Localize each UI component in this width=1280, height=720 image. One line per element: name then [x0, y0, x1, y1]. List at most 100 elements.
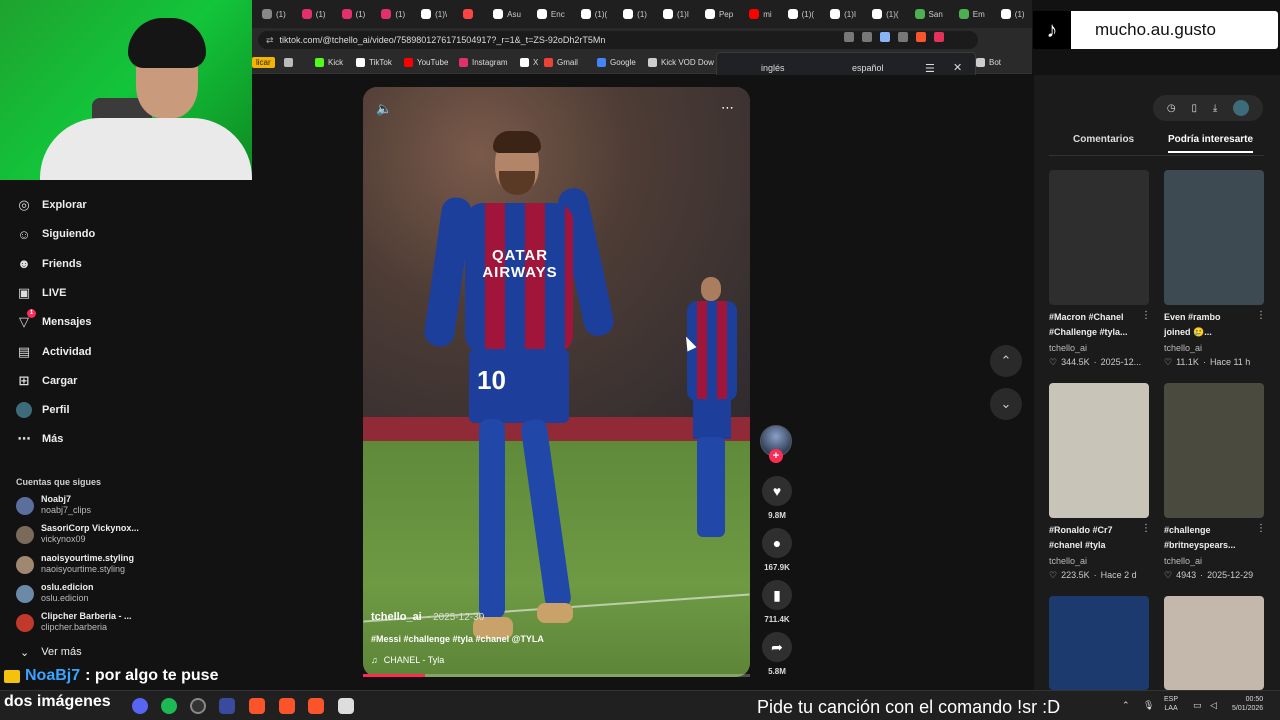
share-icon[interactable] — [898, 32, 908, 42]
download-icon[interactable]: ⤓ — [1213, 103, 1217, 114]
translate-close-icon[interactable]: ✕ — [953, 61, 962, 74]
bookmark-item[interactable] — [284, 58, 297, 67]
bookmark-icon[interactable]: ▮ — [762, 580, 792, 610]
translate-from-tab[interactable]: inglés — [761, 63, 785, 73]
browser-tab[interactable]: Enc — [531, 4, 571, 24]
browser-tab[interactable]: Pep — [699, 4, 739, 24]
video-more-icon[interactable]: ⋯ — [721, 100, 735, 116]
browser-tab[interactable]: (1)\ — [415, 4, 453, 24]
bookmark-item[interactable]: Instagram — [459, 58, 508, 67]
brave-icon-2[interactable] — [279, 698, 295, 714]
card-author[interactable]: tchello_ai — [1164, 343, 1202, 353]
browser-tab[interactable]: (1)( — [866, 4, 904, 24]
input-language[interactable]: ESP LAA — [1164, 695, 1178, 713]
followed-account[interactable]: oslu.edicion oslu.edicion — [16, 582, 94, 604]
card-caption-line2[interactable]: #Challenge #tyla... — [1049, 325, 1149, 340]
bookmark-item[interactable]: Kick VOD Dow — [648, 58, 714, 67]
previous-video-button[interactable]: ⌃ — [990, 345, 1022, 377]
bookmark-item[interactable]: Bot — [976, 58, 1001, 67]
brave-shield-icon[interactable] — [916, 32, 926, 42]
followed-account[interactable]: Clipcher Barberia - ... clipcher.barberia — [16, 611, 132, 633]
user-avatar-icon[interactable] — [1233, 100, 1250, 116]
sidebar-item-mensajes[interactable]: ▽ 1 Mensajes — [16, 309, 92, 330]
video-author[interactable]: tchello_ai — [371, 611, 422, 623]
browser-tab[interactable]: Asu — [487, 4, 527, 24]
tab-recommended[interactable]: Podría interesarte — [1168, 134, 1254, 153]
browser-tab[interactable]: San — [909, 4, 949, 24]
brave-icon[interactable] — [249, 698, 265, 714]
brave-icon-3[interactable] — [308, 698, 324, 714]
tray-chevron-icon[interactable]: ⌃ — [1122, 700, 1130, 711]
video-thumbnail[interactable] — [1164, 170, 1264, 305]
rewards-icon[interactable] — [934, 32, 944, 42]
card-caption-line1[interactable]: #Ronaldo #Cr7 — [1049, 523, 1149, 538]
timer-icon[interactable]: ◷ — [1167, 103, 1176, 114]
follow-plus-icon[interactable]: + — [769, 449, 783, 463]
video-progress-bar[interactable] — [363, 674, 750, 677]
device-icon[interactable]: ▯ — [1191, 103, 1197, 114]
card-more-icon[interactable]: ⋮ — [1256, 310, 1266, 321]
browser-tab[interactable]: (1) — [375, 4, 411, 24]
file-icon[interactable] — [338, 698, 354, 714]
followed-account[interactable]: naoisyourtime.styling naoisyourtime.styli… — [16, 553, 134, 575]
card-author[interactable]: tchello_ai — [1049, 343, 1087, 353]
network-icon[interactable]: ▭ — [1193, 700, 1202, 711]
translate-to-tab[interactable]: español — [852, 63, 884, 73]
browser-tab[interactable]: (1)I — [824, 4, 862, 24]
sidebar-item-actividad[interactable]: ▤ Actividad — [16, 344, 92, 360]
like-heart-icon[interactable]: ♥ — [762, 476, 792, 506]
sidebar-item-live[interactable]: ▣ LIVE — [16, 285, 67, 301]
translate-menu-icon[interactable]: ☰ — [925, 62, 935, 75]
browser-tab[interactable]: (1) — [256, 4, 292, 24]
browser-tab[interactable]: (1) — [336, 4, 372, 24]
card-caption-line1[interactable]: #Macron #Chanel — [1049, 310, 1149, 325]
card-author[interactable]: tchello_ai — [1164, 556, 1202, 566]
tab-comments[interactable]: Comentarios — [1073, 134, 1134, 145]
sidebar-item-cargar[interactable]: ⊞ Cargar — [16, 373, 78, 389]
browser-tab[interactable]: (1)( — [575, 4, 613, 24]
followed-account[interactable]: Noabj7 noabj7_clips — [16, 494, 91, 516]
bookmark-item[interactable]: X — [520, 58, 538, 67]
sidebar-item-explorar[interactable]: ◎ Explorar — [16, 197, 86, 213]
video-thumbnail[interactable] — [1164, 383, 1264, 518]
card-author[interactable]: tchello_ai — [1049, 556, 1087, 566]
bookmark-item[interactable]: Gmail — [544, 58, 578, 67]
card-caption-line2[interactable]: joined 🥲... — [1164, 325, 1264, 340]
card-more-icon[interactable]: ⋮ — [1141, 523, 1151, 534]
bookmark-item[interactable]: YouTube — [404, 58, 448, 67]
browser-tab[interactable]: (1) — [995, 4, 1031, 24]
video-thumbnail[interactable] — [1164, 596, 1264, 690]
browser-tab[interactable]: Em — [953, 4, 991, 24]
discord-icon[interactable] — [132, 698, 148, 714]
bookmark-item[interactable]: licar — [252, 57, 275, 68]
sidebar-item-perfil[interactable]: Perfil — [16, 402, 70, 419]
browser-tab[interactable]: (1)( — [782, 4, 820, 24]
card-caption-line1[interactable]: Even #rambo — [1164, 310, 1264, 325]
share-arrow-icon[interactable]: ➦ — [762, 632, 792, 662]
video-sound[interactable]: ♫ CHANEL - Tyla — [371, 655, 444, 665]
site-settings-icon[interactable]: ⇄ — [266, 35, 274, 46]
system-clock[interactable]: 00:50 5/01/2026 — [1232, 695, 1263, 713]
card-more-icon[interactable]: ⋮ — [1141, 310, 1151, 321]
microphone-icon[interactable]: 🎙 — [1143, 700, 1154, 711]
reader-icon[interactable] — [844, 32, 854, 42]
cast-icon[interactable] — [862, 32, 872, 42]
card-caption-line2[interactable]: #britneyspears... — [1164, 538, 1264, 553]
video-hashtags[interactable]: #Messi #challenge #tyla #chanel @TYLA — [371, 634, 544, 644]
video-thumbnail[interactable] — [1049, 596, 1149, 690]
browser-tab[interactable]: mi — [743, 4, 777, 24]
see-more-link[interactable]: ⌄ Ver más — [20, 646, 82, 659]
sidebar-item-friends[interactable]: ☻ Friends — [16, 256, 82, 272]
video-thumbnail[interactable] — [1049, 170, 1149, 305]
browser-tab[interactable] — [457, 4, 483, 24]
browser-tab[interactable]: (1) — [617, 4, 653, 24]
sidebar-item-siguiendo[interactable]: ☺ Siguiendo — [16, 226, 95, 242]
comment-bubble-icon[interactable]: ● — [762, 528, 792, 558]
card-more-icon[interactable]: ⋮ — [1256, 523, 1266, 534]
translate-icon[interactable] — [880, 32, 890, 42]
spotify-icon[interactable] — [161, 698, 177, 714]
card-caption-line1[interactable]: #challenge — [1164, 523, 1264, 538]
sidebar-item-más[interactable]: ⋯ Más — [16, 431, 64, 447]
browser-tab[interactable]: (1)I — [657, 4, 695, 24]
next-video-button[interactable]: ⌄ — [990, 388, 1022, 420]
